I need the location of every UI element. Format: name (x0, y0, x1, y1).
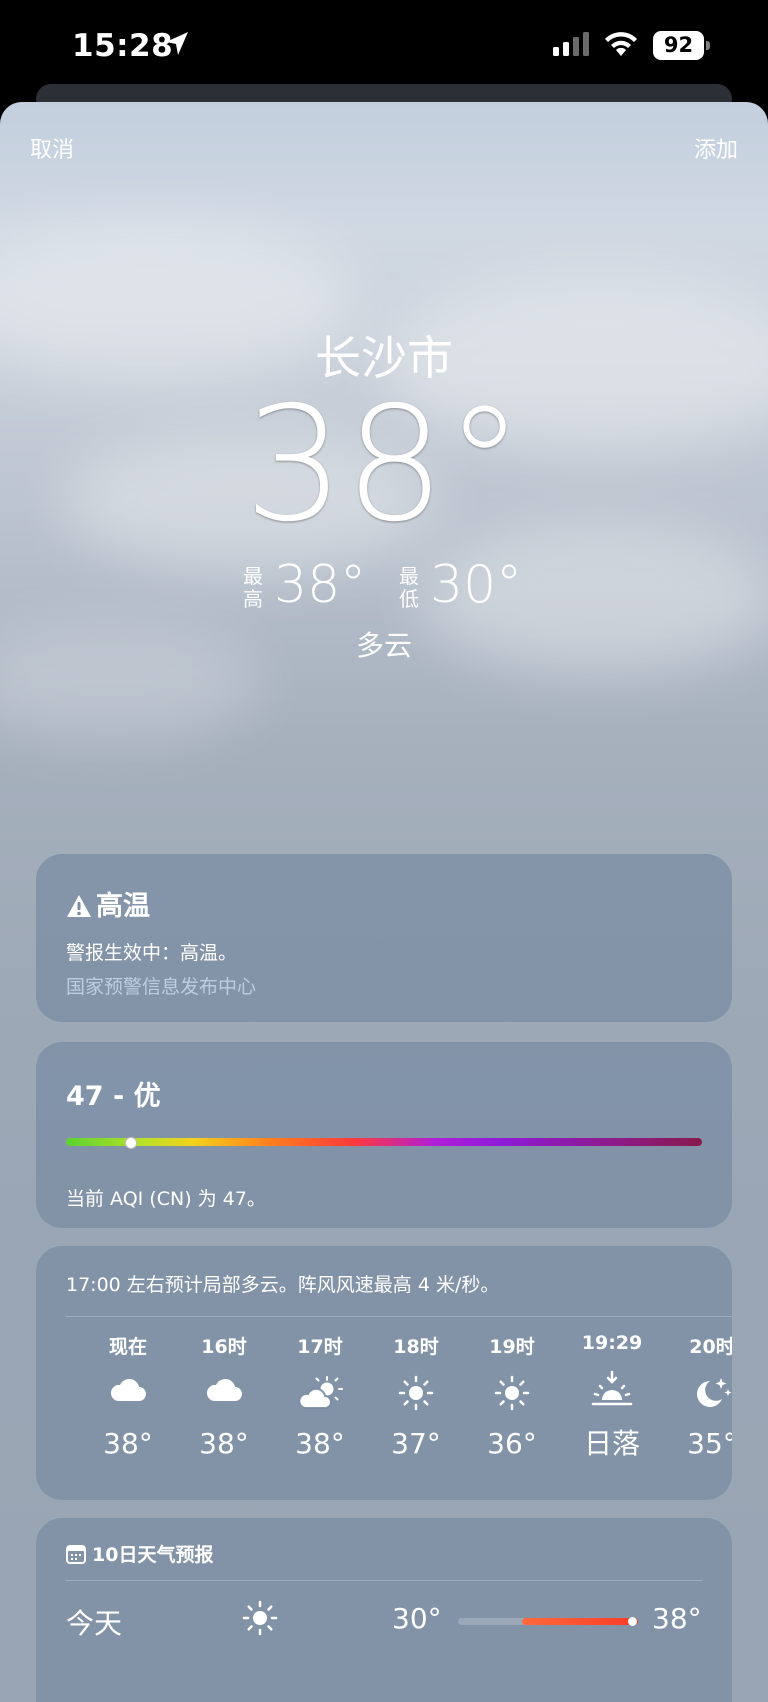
hour-label: 现在 (108, 1336, 147, 1358)
alert-body: 警报生效中：高温。 (66, 942, 238, 964)
moon-stars-icon (662, 1375, 732, 1419)
hour-label: 17时 (297, 1336, 343, 1358)
aqi-description: 当前 AQI (CN) 为 47。 (66, 1188, 266, 1210)
sun-icon (462, 1375, 562, 1419)
status-time: 15:28 (72, 28, 174, 64)
alert-card[interactable]: 高温 警报生效中：高温。 国家预警信息发布中心 (36, 854, 732, 1022)
high-low-temps: 最高 38° 最低 30° (0, 555, 768, 625)
battery-level: 92 (653, 31, 704, 60)
hour-label: 19:29 (581, 1332, 643, 1354)
aqi-card[interactable]: 47 - 优 当前 AQI (CN) 为 47。 (36, 1042, 732, 1228)
forecast-summary: 17:00 左右预计局部多云。阵风风速最高 4 米/秒。 (66, 1274, 500, 1296)
hour-temp: 37° (391, 1427, 441, 1460)
cancel-button[interactable]: 取消 (30, 132, 74, 164)
hourly-item: 17时 38° (270, 1332, 370, 1460)
current-temp-dot (628, 1617, 637, 1626)
status-bar: 15:28 92 (0, 0, 768, 92)
alert-source: 国家预警信息发布中心 (66, 976, 257, 998)
temp-range-fill (522, 1618, 638, 1625)
cloud-icon (78, 1375, 178, 1419)
daily-forecast-card[interactable]: 10日天气预报 今天 30° 38° (36, 1518, 732, 1702)
weather-preview-sheet: 取消 添加 长沙市 38° 最高 38° 最低 30° 多云 高温 警报生效中：… (0, 102, 768, 1702)
high-temp: 38° (274, 555, 367, 615)
day-low-temp: 30° (392, 1602, 442, 1635)
hour-temp: 38° (295, 1427, 345, 1460)
calendar-icon (66, 1545, 86, 1564)
current-temperature: 38° (243, 373, 525, 557)
sunset-icon (562, 1370, 662, 1414)
partly-cloudy-icon (270, 1375, 370, 1419)
hour-temp: 36° (487, 1427, 537, 1460)
aqi-value: 47 - 优 (66, 1081, 161, 1112)
hour-label: 18时 (393, 1336, 439, 1358)
low-temp: 30° (430, 555, 523, 615)
daily-header-text: 10日天气预报 (92, 1544, 214, 1566)
high-label: 最高 (243, 564, 263, 611)
hourly-forecast-card[interactable]: 17:00 左右预计局部多云。阵风风速最高 4 米/秒。 现在 38° 16时 38°… (36, 1246, 732, 1500)
alert-title-text: 高温 (96, 891, 150, 922)
hourly-item: 16时 38° (174, 1332, 274, 1460)
low-label: 最低 (399, 564, 419, 611)
cloud-icon (174, 1375, 274, 1419)
daily-forecast-header: 10日天气预报 (66, 1540, 213, 1567)
hour-label: 19时 (489, 1336, 535, 1358)
day-label: 今天 (66, 1607, 123, 1640)
battery-icon: 92 (653, 31, 711, 60)
hourly-item: 20时 35° (662, 1332, 732, 1460)
wifi-icon (605, 32, 637, 56)
hourly-item: 19时 36° (462, 1332, 562, 1460)
hour-label: 16时 (201, 1336, 247, 1358)
hour-temp: 38° (103, 1427, 153, 1460)
cellular-signal-icon (553, 32, 589, 56)
alert-title: 高温 (66, 884, 150, 923)
hour-temp: 35° (687, 1427, 732, 1460)
location-arrow-icon (166, 32, 188, 55)
sun-icon (242, 1600, 278, 1636)
warning-icon (67, 895, 91, 917)
weather-condition: 多云 (355, 629, 412, 662)
hour-temp: 38° (199, 1427, 249, 1460)
aqi-indicator (125, 1137, 137, 1149)
sun-icon (366, 1375, 466, 1419)
hourly-item: 现在 38° (78, 1332, 178, 1460)
hourly-item: 18时 37° (366, 1332, 466, 1460)
hour-temp: 日落 (583, 1427, 640, 1460)
add-button[interactable]: 添加 (694, 132, 738, 164)
hour-label: 20时 (689, 1336, 732, 1358)
hourly-item: 19:29 日落 (562, 1332, 662, 1462)
day-high-temp: 38° (652, 1602, 702, 1635)
aqi-scale-bar (66, 1138, 702, 1146)
